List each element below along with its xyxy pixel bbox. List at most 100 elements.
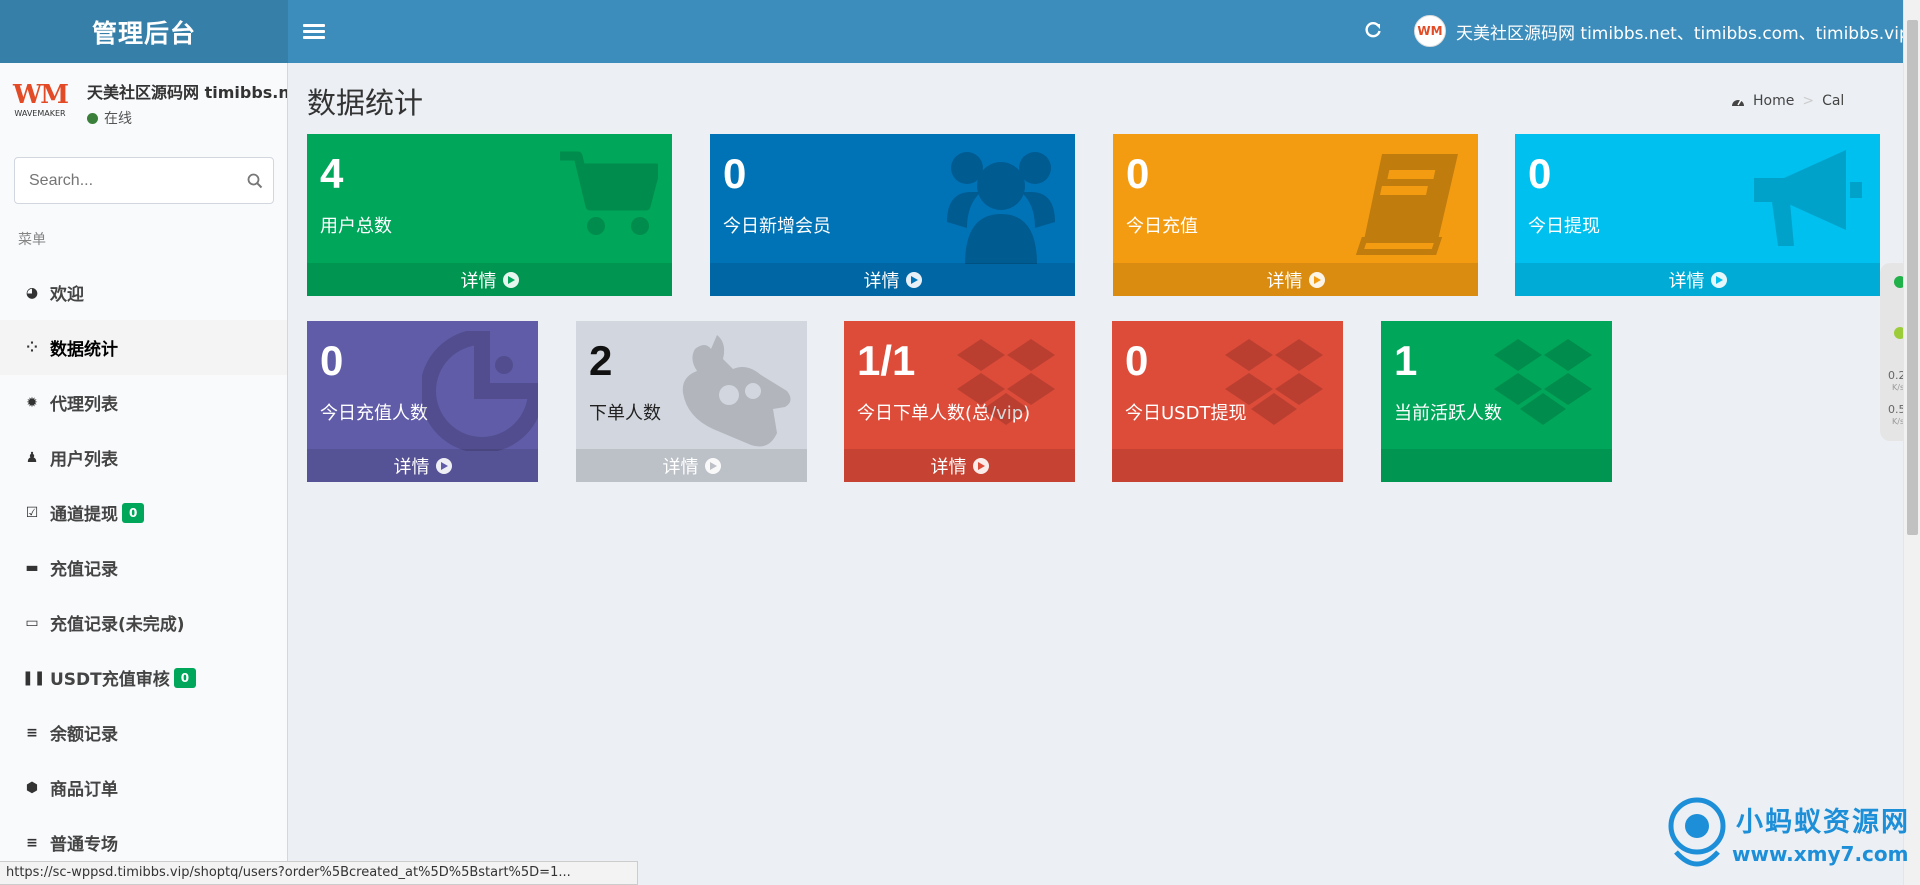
sidebar: WM WAVEMAKER 天美社区源码网 timibbs.net 在线 菜单 ◕… [0,63,288,885]
search-icon[interactable] [236,158,273,203]
user-menu[interactable]: WM 天美社区源码网 timibbs.net、timibbs.com、timib… [1414,13,1910,49]
app-logo[interactable]: 管理后台 [0,0,288,63]
logo-text: WM [13,80,69,110]
search-input[interactable] [15,158,236,203]
stat-details-link[interactable]: 详情 [1113,263,1478,296]
stat-footer [1112,449,1343,482]
sidebar-item-label: 代理列表 [50,395,118,415]
stat-details-link[interactable]: 详情 [844,449,1075,482]
stat-box-today-orders: 1/1 今日下单人数(总/vip) 详情 [844,321,1075,482]
top-navbar: 管理后台 WM 天美社区源码网 timibbs.net、timibbs.com、… [0,0,1920,63]
users-icon [941,148,1061,268]
stat-label: 今日新增会员 [723,216,831,237]
count-badge: 0 [122,502,145,523]
stat-box-total-users: 4 用户总数 详情 [307,134,672,296]
ant-logo-icon [1668,797,1726,867]
dropbox-icon [1219,335,1329,439]
list-icon: ≡ [26,834,38,851]
stat-box-usdt-withdraw: 0 今日USDT提现 [1112,321,1343,482]
sidebar-item-welcome[interactable]: ◕ 欢迎 [0,265,287,320]
refresh-icon[interactable] [1362,20,1384,42]
breadcrumb-home[interactable]: Home [1753,93,1794,109]
user-name: 天美社区源码网 timibbs.net、timibbs.com、timibbs.… [1456,23,1910,44]
arrow-circle-right-icon [502,271,519,288]
user-panel: WM WAVEMAKER 天美社区源码网 timibbs.net 在线 [0,63,288,143]
arrow-circle-right-icon [704,457,721,474]
sidebar-item-label: 用户列表 [50,450,118,470]
user-avatar: WM [1414,15,1446,47]
details-label: 详情 [662,456,699,478]
count-badge: 0 [173,667,197,688]
status-text: 在线 [104,111,132,127]
stat-box-today-withdraw: 0 今日提现 详情 [1515,134,1880,296]
stat-details-link[interactable]: 详情 [576,449,807,482]
sidebar-item-agents[interactable]: ✹ 代理列表 [0,375,287,430]
sign-language-icon [677,329,797,457]
stat-details-link[interactable]: 详情 [710,263,1075,296]
stat-label: 下单人数 [589,403,661,424]
dashboard-icon: ◕ [25,284,39,301]
sidebar-item-users[interactable]: ♟ 用户列表 [0,430,287,485]
dropbox-icon [951,335,1061,439]
details-label: 详情 [393,456,430,478]
stat-box-new-members: 0 今日新增会员 详情 [710,134,1075,296]
sidebar-item-label: 数据统计 [50,340,118,360]
sidebar-toggle-icon[interactable] [303,20,325,42]
stat-box-today-recharge: 0 今日充值 详情 [1113,134,1478,296]
breadcrumb-separator: > [1802,93,1815,109]
stat-label: 当前活跃人数 [1394,403,1502,424]
status-dot-icon [87,112,98,124]
stat-details-link[interactable]: 详情 [307,263,672,296]
stat-value: 0 [1125,337,1149,384]
megaphone-icon [1750,148,1866,252]
stat-value: 0 [1126,150,1150,197]
sidebar-item-balance[interactable]: ≡ 余额记录 [0,705,287,760]
sidebar-item-label: 通道提现 [50,505,118,525]
sidebar-item-usdt-review[interactable]: ❚❚ USDT充值审核 0 [0,650,287,705]
page-scrollbar[interactable] [1903,0,1920,885]
stat-value: 4 [320,150,344,197]
stat-footer [1381,449,1612,482]
sidebar-item-label: 普通专场 [50,835,118,855]
breadcrumb-current: Cal [1822,93,1845,109]
stat-label: 今日提现 [1528,216,1600,237]
cart-icon [558,148,661,242]
stat-box-order-users: 2 下单人数 详情 [576,321,807,482]
sidebar-item-label: 充值记录 [50,560,118,580]
sidebar-item-channel-withdraw[interactable]: ☑ 通道提现 0 [0,485,287,540]
battery-empty-icon: ▭ [25,614,39,631]
list-icon: ≡ [26,724,38,741]
sidebar-item-recharge-records[interactable]: ▬ 充值记录 [0,540,287,595]
arrow-circle-right-icon [1710,271,1727,288]
details-label: 详情 [930,456,967,478]
dashboard-icon [1732,99,1744,106]
sidebar-item-recharge-pending[interactable]: ▭ 充值记录(未完成) [0,595,287,650]
sidebar-menu: ◕ 欢迎 ⁘ 数据统计 ✹ 代理列表 ♟ 用户列表 ☑ 通道提现 0 ▬ 充值记… [0,265,287,870]
details-label: 详情 [460,270,497,292]
stat-details-link[interactable]: 详情 [307,449,538,482]
arrow-circle-right-icon [1308,271,1325,288]
arrow-circle-right-icon [972,457,989,474]
app-title: 管理后台 [91,18,196,48]
menu-header: 菜单 [18,232,46,248]
sidebar-item-label: 商品订单 [50,780,118,800]
watermark-url: www.xmy7.com [1732,842,1909,866]
user-icon: ♟ [25,449,39,466]
scrollbar-thumb[interactable] [1907,20,1918,535]
details-label: 详情 [1668,270,1705,292]
stat-box-active-users: 1 当前活跃人数 [1381,321,1612,482]
hexagon-icon: ⬢ [25,779,39,796]
book-icon [1354,148,1464,262]
stat-value: 1 [1394,337,1418,384]
page-title: 数据统计 [307,86,424,120]
stat-details-link[interactable]: 详情 [1515,263,1880,296]
site-name: 天美社区源码网 timibbs.net [87,83,288,102]
pacman-icon [420,328,538,455]
sidebar-item-label: 充值记录(未完成) [50,615,185,635]
sidebar-item-statistics[interactable]: ⁘ 数据统计 [0,320,287,375]
pause-icon: ❚❚ [22,669,46,686]
watermark: 小蚂蚁资源网 www.xmy7.com [1666,796,1916,876]
details-label: 详情 [863,270,900,292]
details-label: 详情 [1266,270,1303,292]
sidebar-item-orders[interactable]: ⬢ 商品订单 [0,760,287,815]
